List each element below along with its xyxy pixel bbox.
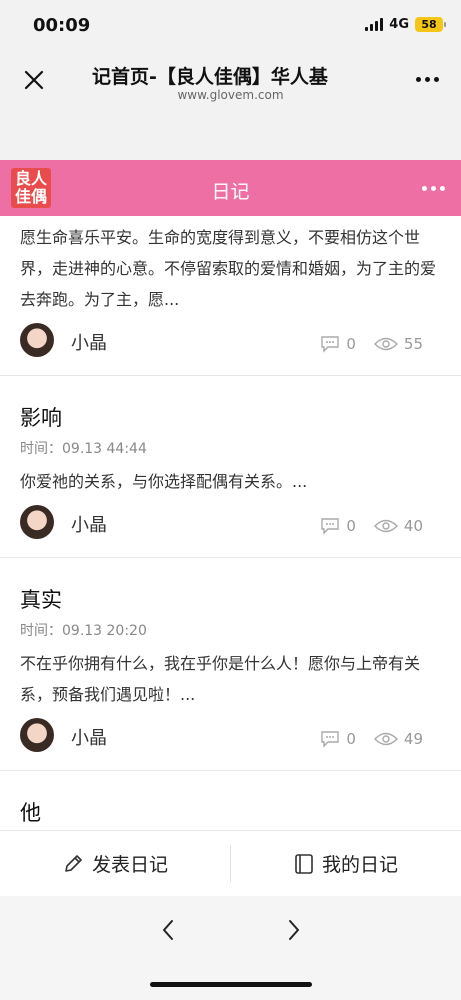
page-title: 记首页-【良人佳偶】华人基 (92, 66, 328, 88)
post-stats: 0 55 (320, 335, 423, 353)
post-stats: 0 40 (320, 517, 423, 535)
comment-count: 0 (346, 517, 356, 535)
post-stats: 0 49 (320, 730, 423, 748)
post-title[interactable]: 他 (20, 797, 441, 827)
post-footer: 小晶 0 55 (20, 315, 441, 375)
author-name[interactable]: 小晶 (71, 329, 107, 355)
page-url: www.glovem.com (177, 88, 284, 102)
author-name[interactable]: 小晶 (71, 724, 107, 750)
pencil-icon (65, 854, 82, 872)
publish-diary-button[interactable]: 发表日记 (0, 831, 230, 896)
list-item[interactable]: 他 (0, 771, 461, 827)
avatar[interactable] (20, 505, 54, 539)
comment-count: 0 (346, 730, 356, 748)
status-indicators: 4G 58 (365, 17, 446, 32)
post-excerpt: 愿生命喜乐平安。生命的宽度得到意义，不要相仿这个世界，走进神的心意。不停留索取的… (20, 228, 437, 309)
home-indicator[interactable] (150, 982, 312, 987)
my-diary-button[interactable]: 我的日记 (231, 831, 461, 896)
eye-icon (373, 732, 398, 746)
eye-icon (373, 519, 398, 533)
header-title: 日记 (211, 181, 250, 203)
post-excerpt: 你爱祂的关系，与你选择配偶有关系。... (20, 472, 308, 491)
bottom-toolbar: 发表日记 我的日记 (0, 830, 461, 896)
avatar[interactable] (20, 323, 54, 357)
comment-icon (321, 336, 340, 353)
post-time: 时间：09.13 44:44 (20, 441, 147, 457)
forward-arrow-icon[interactable] (281, 918, 305, 942)
view-count: 55 (403, 335, 423, 353)
comment-count: 0 (346, 335, 356, 353)
publish-diary-label: 发表日记 (91, 854, 168, 876)
network-type: 4G (389, 17, 409, 32)
post-title[interactable]: 真实 (20, 584, 441, 614)
avatar[interactable] (20, 718, 54, 752)
more-menu-button[interactable] (416, 77, 439, 82)
view-count: 40 (403, 517, 423, 535)
status-time: 00:09 (33, 15, 91, 36)
nav-spacer (0, 108, 461, 160)
header-more-button[interactable] (422, 186, 445, 191)
browser-nav-bar: 记首页-【良人佳偶】华人基 www.glovem.com (0, 50, 461, 108)
diary-list[interactable]: 愿生命喜乐平安。生命的宽度得到意义，不要相仿这个世界，走进神的心意。不停留索取的… (0, 216, 461, 830)
post-time: 时间：09.13 20:20 (20, 623, 147, 639)
eye-icon (373, 337, 398, 351)
comment-icon (321, 518, 340, 535)
view-count: 49 (403, 730, 423, 748)
post-excerpt: 不在乎你拥有什么，我在乎你是什么人！愿你与上帝有关系，预备我们遇见啦！... (20, 654, 421, 704)
status-bar: 00:09 4G 58 (0, 0, 461, 50)
back-arrow-icon[interactable] (157, 918, 181, 942)
author-name[interactable]: 小晶 (71, 511, 107, 537)
notebook-icon (295, 853, 313, 874)
signal-icon (365, 18, 384, 31)
list-item[interactable]: 愿生命喜乐平安。生命的宽度得到意义，不要相仿这个世界，走进神的心意。不停留索取的… (0, 216, 461, 376)
my-diary-label: 我的日记 (321, 854, 398, 876)
list-item[interactable]: 真实 时间：09.13 20:20 不在乎你拥有什么，我在乎你是什么人！愿你与上… (0, 558, 461, 771)
diary-header: 良人 佳偶 日记 (0, 160, 461, 216)
list-item[interactable]: 影响 时间：09.13 44:44 你爱祂的关系，与你选择配偶有关系。... 小… (0, 376, 461, 558)
post-footer: 小晶 0 49 (20, 710, 441, 770)
post-footer: 小晶 0 40 (20, 497, 441, 557)
post-title[interactable]: 影响 (20, 402, 441, 432)
comment-icon (321, 731, 340, 748)
battery-icon: 58 (415, 17, 446, 32)
